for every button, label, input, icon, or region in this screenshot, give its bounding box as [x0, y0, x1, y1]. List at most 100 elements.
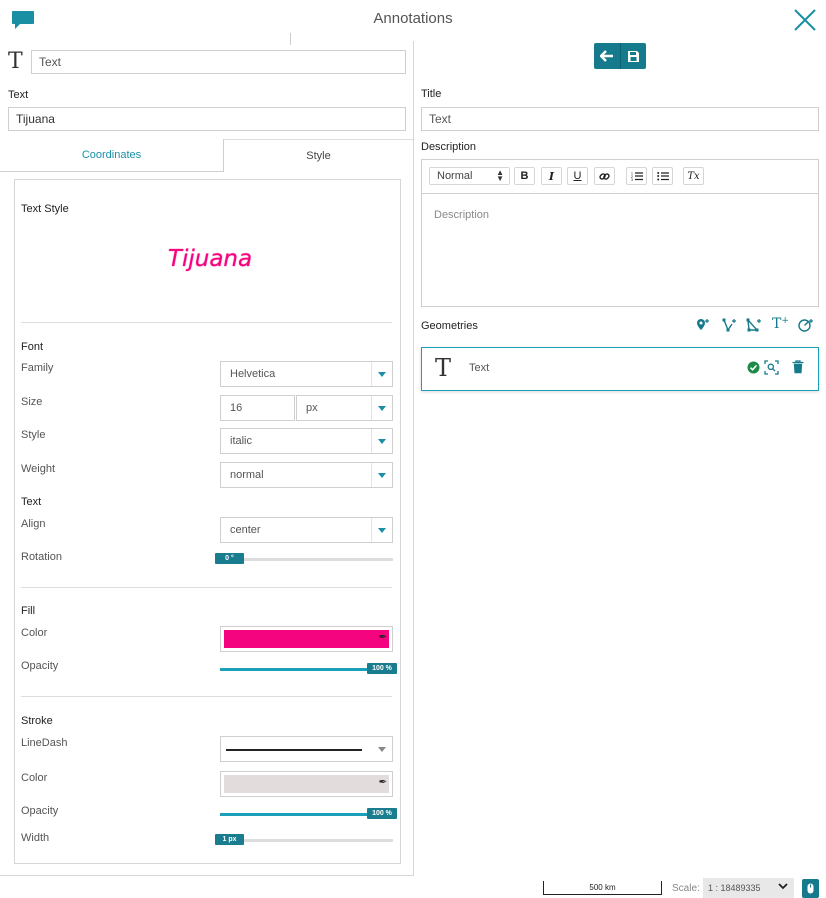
width-slider[interactable]	[220, 839, 393, 842]
linedash-label: LineDash	[21, 737, 68, 749]
font-style-select[interactable]: italic	[220, 428, 393, 454]
divider	[21, 587, 392, 588]
geometry-label: Text	[469, 362, 490, 374]
scale-label: Scale:	[672, 883, 700, 894]
size-label: Size	[21, 396, 43, 408]
eyedropper-icon[interactable]: ✒	[379, 777, 387, 788]
scale-bar: 500 km	[543, 881, 662, 895]
tab-style-label: Style	[306, 150, 331, 162]
width-slider-handle[interactable]: 1 px	[215, 834, 244, 845]
bold-icon: B	[520, 170, 529, 182]
format-select[interactable]: Normal ▲ ▼	[429, 167, 510, 185]
rotation-slider-handle[interactable]: 0 °	[215, 553, 244, 564]
link-button[interactable]	[594, 167, 615, 185]
solid-line-preview	[226, 749, 362, 751]
chevron-down-icon	[371, 396, 392, 420]
back-button[interactable]	[594, 43, 620, 69]
stroke-opacity-handle[interactable]: 100 %	[367, 808, 397, 819]
scale-select[interactable]: 1 : 18489335	[703, 878, 794, 898]
add-circle-icon[interactable]	[798, 318, 814, 335]
resize-handle[interactable]	[290, 33, 291, 45]
bullet-list-icon	[656, 172, 669, 181]
sort-icon: ▲ ▼	[496, 168, 504, 183]
ordered-list-icon: 123	[631, 172, 643, 181]
add-text-icon[interactable]: T+	[772, 316, 789, 332]
tab-coordinates[interactable]: Coordinates	[0, 139, 224, 172]
title-label: Title	[421, 88, 442, 100]
chevron-down-icon	[778, 881, 788, 893]
description-label: Description	[421, 141, 477, 153]
zoom-to-icon[interactable]	[764, 360, 779, 380]
tab-coordinates-label: Coordinates	[81, 149, 142, 161]
text-style-heading: Text Style	[21, 203, 69, 215]
chevron-down-icon	[371, 362, 392, 386]
format-value: Normal	[437, 170, 473, 182]
fill-color-picker[interactable]: ✒	[220, 626, 393, 652]
tab-style[interactable]: Style	[224, 139, 413, 172]
align-select[interactable]: center	[220, 517, 393, 543]
align-label: Align	[21, 518, 46, 530]
fill-opacity-handle[interactable]: 100 %	[367, 663, 397, 674]
text-label: Text	[8, 89, 29, 101]
size-unit-select[interactable]: px	[296, 395, 393, 421]
ordered-list-button[interactable]: 123	[626, 167, 647, 185]
add-point-icon[interactable]	[696, 318, 710, 335]
weight-value: normal	[230, 469, 264, 481]
chevron-down-icon	[371, 518, 392, 542]
stroke-opacity-label: Opacity	[21, 805, 59, 817]
arrow-left-icon	[600, 50, 613, 62]
text-style-preview: Tijuana	[167, 246, 253, 272]
add-line-icon[interactable]	[722, 318, 737, 335]
family-value: Helvetica	[230, 368, 276, 380]
family-label: Family	[21, 362, 54, 374]
italic-button[interactable]: I	[541, 167, 562, 185]
description-textarea[interactable]: Description	[422, 195, 818, 306]
chevron-down-icon	[371, 737, 392, 761]
scale-value: 1 : 18489335	[708, 883, 761, 893]
chevron-down-icon	[371, 463, 392, 487]
clear-format-button[interactable]: Tx	[683, 167, 704, 185]
save-icon	[628, 50, 639, 62]
font-style-value: italic	[230, 435, 253, 447]
clear-format-icon: Tx	[687, 170, 700, 182]
tab-bar: Coordinates Style	[0, 139, 413, 172]
bold-button[interactable]: B	[514, 167, 535, 185]
weight-select[interactable]: normal	[220, 462, 393, 488]
panel-title: Annotations	[373, 10, 453, 27]
underline-button[interactable]: U	[567, 167, 588, 185]
map-info-button[interactable]	[802, 879, 819, 898]
linedash-select[interactable]	[220, 736, 393, 762]
save-button[interactable]	[620, 43, 646, 69]
scale-bar-label: 500 km	[589, 883, 616, 892]
family-select[interactable]: Helvetica	[220, 361, 393, 387]
text-input[interactable]: Tijuana	[8, 107, 406, 131]
stroke-heading: Stroke	[21, 715, 53, 727]
fill-color-swatch: ✒	[224, 630, 389, 648]
close-icon[interactable]	[793, 8, 817, 37]
size-value: 16	[230, 402, 243, 414]
size-input[interactable]: 16	[220, 395, 295, 421]
geometries-label: Geometries	[421, 320, 478, 332]
text-geometry-icon: T	[435, 354, 452, 382]
title-input[interactable]: Text	[421, 107, 819, 131]
rotation-slider[interactable]	[220, 558, 393, 561]
underline-icon: U	[573, 170, 582, 182]
rotation-label: Rotation	[21, 551, 62, 563]
bullet-list-button[interactable]	[652, 167, 673, 185]
divider	[21, 696, 392, 697]
width-label: Width	[21, 832, 50, 844]
link-icon	[599, 172, 610, 180]
stroke-color-picker[interactable]: ✒	[220, 771, 393, 797]
fill-color-label: Color	[21, 627, 48, 639]
style-label: Style	[21, 429, 46, 441]
trash-icon[interactable]	[792, 360, 804, 379]
panel-bottom-border	[0, 875, 414, 876]
add-polygon-icon[interactable]	[746, 317, 762, 335]
symbol-field[interactable]: Text	[31, 50, 406, 74]
action-toolbar	[594, 43, 646, 69]
text-symbol-icon: T	[8, 49, 23, 74]
divider	[21, 322, 392, 323]
weight-label: Weight	[21, 463, 56, 475]
eyedropper-icon[interactable]: ✒	[379, 632, 387, 643]
geometry-item[interactable]: T Text	[421, 347, 819, 391]
